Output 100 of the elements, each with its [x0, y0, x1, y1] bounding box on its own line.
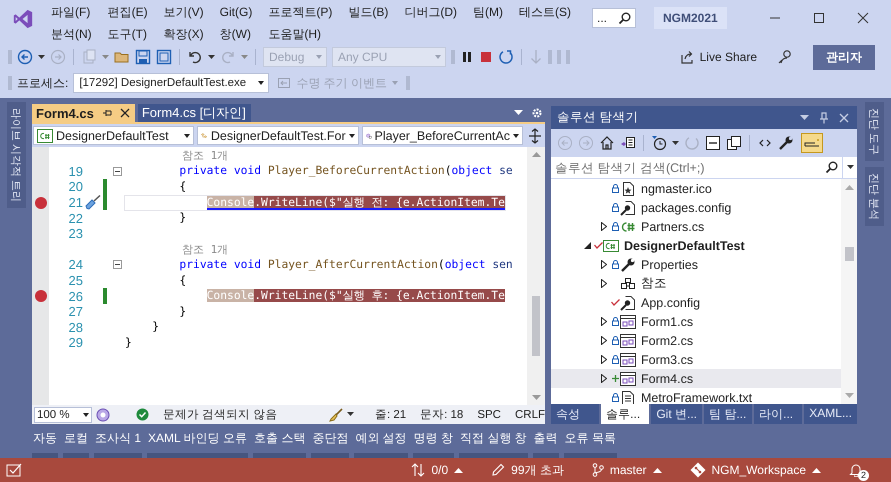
tree-item[interactable]: MetroFramework.txt: [551, 388, 841, 404]
toolbar-grip[interactable]: [566, 50, 570, 64]
close-icon[interactable]: [120, 108, 130, 118]
tree-item[interactable]: Partners.cs: [551, 217, 841, 236]
menu-item[interactable]: Git(G): [212, 2, 260, 22]
document-tab[interactable]: Form4.cs: [32, 104, 135, 122]
tree-item[interactable]: ngmaster.ico: [551, 179, 841, 198]
menu-item[interactable]: 편집(E): [100, 2, 155, 22]
toolbar-grip[interactable]: [406, 76, 410, 90]
preview-icon[interactable]: [801, 133, 823, 153]
menu-item[interactable]: 디버그(D): [397, 2, 464, 22]
scrollbar[interactable]: [527, 147, 545, 405]
show-all-files-icon[interactable]: [726, 135, 742, 151]
navigation-dropdown[interactable]: DesignerDefaultTest: [33, 126, 194, 145]
caret-icon[interactable]: [347, 412, 354, 417]
account-button[interactable]: 관리자: [813, 44, 875, 70]
navigation-dropdown[interactable]: DesignerDefaultTest.For: [197, 126, 359, 145]
repository-indicator[interactable]: NGM_Workspace: [690, 462, 821, 478]
collapsed-icon[interactable]: [601, 260, 607, 269]
line-ending-indicator[interactable]: CRLF: [514, 408, 545, 420]
toolbar-grip[interactable]: [8, 76, 12, 90]
whitespace-indicator[interactable]: SPC: [477, 408, 501, 420]
pause-icon[interactable]: [460, 50, 474, 64]
menu-item[interactable]: 창(W): [212, 24, 260, 44]
side-panel-tab[interactable]: 라이브 시각적 트리: [6, 102, 26, 208]
line-indicator[interactable]: 줄: 21: [374, 407, 406, 422]
zoom-dropdown[interactable]: 100 %: [34, 406, 92, 422]
tree-item[interactable]: DesignerDefaultTest: [551, 236, 841, 255]
branch-indicator[interactable]: master: [592, 463, 662, 477]
panel-tab[interactable]: XAML...: [804, 404, 857, 424]
bell-icon[interactable]: [849, 463, 863, 477]
tree-item[interactable]: Form4.cs: [551, 369, 841, 388]
menu-item[interactable]: 빌드(B): [341, 2, 396, 22]
copilot-icon[interactable]: [96, 408, 110, 422]
toolbar-grip[interactable]: [548, 50, 552, 64]
switch-views-icon[interactable]: [620, 135, 636, 151]
dropdown-icon[interactable]: [514, 110, 523, 116]
dropdown-icon[interactable]: [800, 114, 809, 120]
collapsed-icon[interactable]: [601, 222, 607, 231]
stop-icon[interactable]: [479, 50, 493, 64]
collapsed-icon[interactable]: [601, 317, 607, 326]
panel-tab[interactable]: 속성: [551, 404, 600, 424]
collapsed-icon[interactable]: [601, 374, 607, 383]
home-icon[interactable]: [599, 135, 615, 151]
toolbar-grip[interactable]: [451, 50, 455, 64]
navigation-dropdown[interactable]: Player_BeforeCurrentAc: [362, 126, 523, 145]
collapsed-icon[interactable]: [601, 336, 607, 345]
issues-status[interactable]: 문제가 검색되지 않음: [163, 407, 278, 422]
pending-changes-indicator[interactable]: 99개 초과: [491, 462, 564, 478]
collapsed-icon[interactable]: [601, 279, 607, 288]
side-panel-tab[interactable]: 진단 분석: [864, 167, 884, 226]
search-field[interactable]: 솔루션 탐색기 검색(Ctrl+;): [551, 157, 857, 179]
panel-tab[interactable]: Git 변...: [651, 404, 702, 424]
menu-item[interactable]: 도움말(H): [261, 24, 340, 44]
toolbar-grip[interactable]: [8, 50, 12, 64]
process-dropdown[interactable]: [17292] DesignerDefaultTest.exe: [73, 73, 270, 93]
tree-item[interactable]: packages.config: [551, 198, 841, 217]
changes-indicator[interactable]: 0/0: [411, 463, 464, 477]
caret-icon[interactable]: [847, 165, 854, 170]
screwdriver-icon[interactable]: [85, 195, 101, 210]
collapsed-icon[interactable]: [601, 355, 607, 364]
expanded-icon[interactable]: [584, 242, 590, 249]
menu-item[interactable]: 테스트(S): [512, 2, 578, 22]
scroll-thumb[interactable]: [532, 296, 540, 356]
side-panel-tab[interactable]: 진단 도구: [864, 102, 884, 162]
history-icon[interactable]: [651, 135, 667, 151]
menu-item[interactable]: 분석(N): [44, 24, 99, 44]
split-icon[interactable]: [528, 128, 542, 144]
panel-tab[interactable]: 팀 탐...: [704, 404, 752, 424]
menu-item[interactable]: 팀(M): [466, 2, 510, 22]
tree-item[interactable]: Form3.cs: [551, 350, 841, 369]
collapse-toggle[interactable]: [113, 260, 122, 270]
menu-item[interactable]: 프로젝트(P): [261, 2, 340, 22]
toolbar-grip[interactable]: [557, 50, 561, 64]
collapse-toggle[interactable]: [113, 166, 122, 176]
caret-icon[interactable]: [38, 54, 45, 60]
menu-item[interactable]: 도구(T): [100, 24, 155, 44]
document-tab[interactable]: Form4.cs [디자인]: [138, 104, 251, 122]
wrench-icon[interactable]: [778, 135, 794, 151]
menu-item[interactable]: 확장(X): [156, 24, 211, 44]
tree-item[interactable]: Form1.cs: [551, 312, 841, 331]
tree-item[interactable]: Properties: [551, 255, 841, 274]
brush-icon[interactable]: [329, 408, 344, 422]
close-icon[interactable]: [857, 12, 869, 24]
tree-item[interactable]: Form2.cs: [551, 331, 841, 350]
scrollbar[interactable]: [841, 179, 857, 404]
panel-tab[interactable]: 라이...: [754, 404, 802, 424]
tree-item[interactable]: 참조: [551, 274, 841, 293]
back-icon[interactable]: [17, 49, 33, 65]
menu-item[interactable]: 보기(V): [156, 2, 211, 22]
search-field[interactable]: ...: [592, 8, 636, 28]
scroll-thumb[interactable]: [844, 247, 854, 262]
column-indicator[interactable]: 문자: 18: [420, 407, 464, 422]
undo-icon[interactable]: [187, 49, 203, 65]
save-all-icon[interactable]: [156, 49, 172, 65]
menu-item[interactable]: 파일(F): [44, 2, 99, 22]
maximize-icon[interactable]: [813, 12, 825, 24]
save-icon[interactable]: [135, 49, 151, 65]
caret-icon[interactable]: [672, 140, 679, 146]
collapse-all-icon[interactable]: [705, 135, 721, 151]
